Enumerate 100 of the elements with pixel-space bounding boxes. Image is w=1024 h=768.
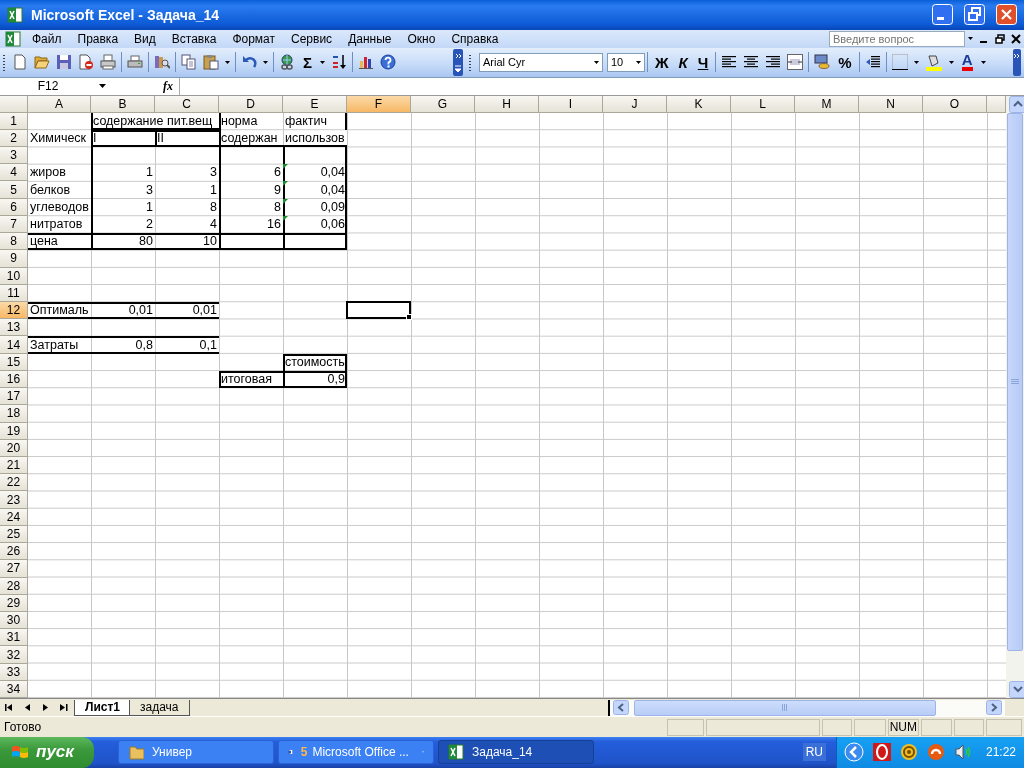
autosum-button[interactable]: Σ <box>303 53 312 71</box>
language-indicator[interactable]: RU <box>802 743 826 762</box>
document-printer-icon[interactable] <box>100 54 116 71</box>
menu-item[interactable]: Файл <box>24 31 70 46</box>
sheet-tab[interactable]: задача <box>129 699 190 716</box>
row-header[interactable]: 8 <box>0 233 28 251</box>
bordered-cell[interactable]: 80 <box>91 233 155 251</box>
menu-item[interactable]: Формат <box>224 31 284 46</box>
grip-icon[interactable] <box>3 52 6 72</box>
bold-button[interactable]: Ж <box>655 53 669 71</box>
font-name-field[interactable]: Arial Cyr <box>479 52 603 72</box>
bordered-cell[interactable]: 0,1 <box>155 336 219 354</box>
bordered-cell[interactable]: 1 <box>91 198 155 216</box>
scroll-thumb[interactable] <box>634 699 936 716</box>
row-header[interactable]: 18 <box>0 405 28 423</box>
bordered-cell[interactable]: 0,01 <box>91 302 155 320</box>
bordered-cell[interactable]: норма <box>219 112 283 130</box>
help-icon[interactable] <box>380 54 396 71</box>
grip-icon[interactable] <box>469 52 472 72</box>
toolbar-options-icon[interactable] <box>1013 48 1021 76</box>
start-button[interactable]: пуск <box>0 737 94 768</box>
row-header[interactable]: 22 <box>0 474 28 492</box>
ring-icon[interactable] <box>872 743 891 762</box>
row-header[interactable]: 27 <box>0 560 28 578</box>
bordered-cell[interactable]: фактич <box>283 112 347 130</box>
bordered-cell[interactable]: 0,09 <box>283 198 347 216</box>
taskbar-button[interactable]: Задача_14 <box>438 740 594 765</box>
bordered-cell[interactable] <box>283 147 347 165</box>
bordered-cell[interactable]: 0,06 <box>283 215 347 234</box>
scroll-right-button[interactable] <box>986 700 1002 716</box>
bordered-cell[interactable]: стоимость <box>283 353 347 371</box>
fill-color-icon[interactable] <box>924 53 943 72</box>
sort-ascending-icon[interactable] <box>331 54 347 71</box>
scroll-left-button[interactable] <box>613 700 629 716</box>
row-header[interactable]: 31 <box>0 629 28 647</box>
bordered-cell[interactable]: содержан <box>219 129 283 147</box>
menu-item[interactable]: Окно <box>399 31 444 46</box>
font-color-button[interactable]: A <box>961 53 973 72</box>
toolbar-options-icon[interactable] <box>453 48 463 76</box>
bordered-cell[interactable]: 1 <box>91 164 155 182</box>
row-header[interactable]: 14 <box>0 336 28 354</box>
row-header[interactable]: 23 <box>0 491 28 509</box>
bordered-cell[interactable]: 0,04 <box>283 164 347 182</box>
merge-cells-icon[interactable] <box>787 54 804 71</box>
row-header[interactable]: 9 <box>0 250 28 268</box>
document-stop-icon[interactable] <box>78 54 94 71</box>
chart-icon[interactable] <box>358 54 374 71</box>
volume-icon[interactable] <box>953 743 972 762</box>
scroll-thumb[interactable] <box>1007 112 1023 652</box>
row-header[interactable]: 26 <box>0 543 28 561</box>
bordered-cell[interactable]: 9 <box>219 181 283 199</box>
row-header[interactable]: 17 <box>0 388 28 406</box>
bordered-cell[interactable]: Затраты <box>28 336 91 354</box>
bordered-cell[interactable]: 0,9 <box>283 370 347 389</box>
taskbar-button[interactable]: Универ <box>118 740 274 765</box>
help-search-field[interactable]: Введите вопрос <box>829 30 965 47</box>
bordered-cell[interactable]: итоговая <box>219 370 283 389</box>
bordered-cell[interactable] <box>283 233 347 251</box>
currency-icon[interactable] <box>814 54 831 71</box>
insert-function-button[interactable]: fx <box>163 78 173 94</box>
copy-icon[interactable] <box>181 54 197 71</box>
bordered-cell[interactable]: цена <box>28 233 91 251</box>
close-button[interactable] <box>996 4 1017 26</box>
row-header[interactable]: 32 <box>0 646 28 664</box>
bordered-cell[interactable]: Оптималь <box>28 302 91 320</box>
bordered-cell[interactable]: 8 <box>219 198 283 216</box>
bordered-cell[interactable]: 16 <box>219 215 283 234</box>
menu-item[interactable]: Справка <box>443 31 507 46</box>
bordered-cell[interactable]: 6 <box>219 164 283 182</box>
bordered-cell[interactable] <box>219 233 283 251</box>
at-sign-icon[interactable] <box>899 743 918 762</box>
scroll-up-button[interactable] <box>1009 95 1024 113</box>
chevron-left-icon[interactable] <box>843 742 864 763</box>
menu-item[interactable]: Правка <box>69 31 127 46</box>
restore-button[interactable] <box>964 4 985 26</box>
swirl-icon[interactable] <box>926 743 945 762</box>
bordered-cell[interactable]: 0,8 <box>91 336 155 354</box>
row-header[interactable]: 5 <box>0 181 28 199</box>
close-icon[interactable] <box>1011 33 1021 44</box>
bordered-cell[interactable]: 0,01 <box>155 302 219 320</box>
minimize-button[interactable] <box>932 4 953 26</box>
active-cell[interactable] <box>346 301 411 320</box>
menu-item[interactable]: Вставка <box>163 31 225 46</box>
menu-item[interactable]: Сервис <box>283 31 341 46</box>
globe-link-icon[interactable] <box>279 54 295 71</box>
paste-icon[interactable] <box>203 54 219 71</box>
book-magnifier-icon[interactable] <box>154 54 170 71</box>
taskbar-button[interactable]: 5 Microsoft Office ... <box>278 740 434 765</box>
bordered-cell[interactable]: II <box>155 129 219 147</box>
open-folder-icon[interactable] <box>34 54 50 71</box>
percent-button[interactable]: % <box>838 53 852 71</box>
scroll-down-button[interactable] <box>1009 681 1024 699</box>
font-size-field[interactable]: 10 <box>607 52 645 72</box>
underline-button[interactable]: Ч <box>697 53 709 71</box>
bordered-cell[interactable]: 3 <box>91 181 155 199</box>
menu-item[interactable]: Данные <box>340 31 400 46</box>
bordered-cell[interactable]: 2 <box>91 215 155 234</box>
italic-button[interactable]: К <box>678 53 688 71</box>
row-header[interactable]: 13 <box>0 319 28 337</box>
new-document-icon[interactable] <box>12 54 28 71</box>
